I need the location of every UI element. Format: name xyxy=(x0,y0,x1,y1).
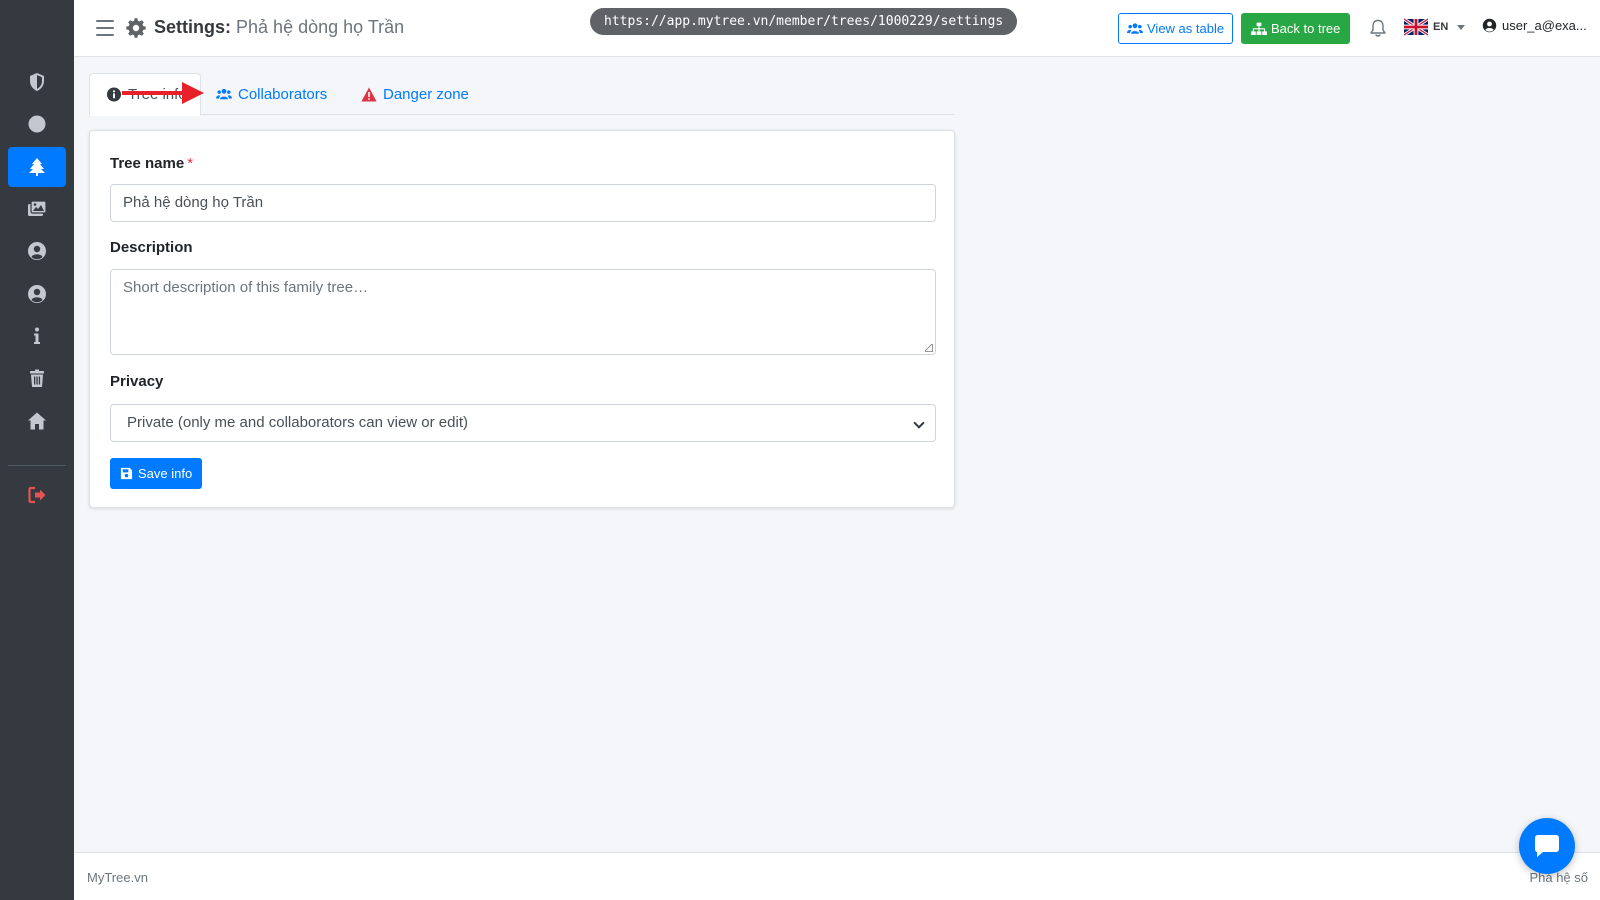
language-code: EN xyxy=(1433,21,1449,33)
tab-danger-zone[interactable]: Danger zone xyxy=(345,73,485,115)
description-placeholder: Short description of this family tree… xyxy=(123,279,369,296)
save-info-button[interactable]: Save info xyxy=(110,458,203,489)
info-circle-icon xyxy=(106,87,122,102)
view-as-table-button[interactable]: View as table xyxy=(1118,13,1234,44)
chat-icon xyxy=(1535,835,1559,857)
sidebar-item-trash[interactable] xyxy=(8,358,66,398)
chevron-down-icon xyxy=(913,417,925,429)
view-as-table-label: View as table xyxy=(1147,21,1225,36)
privacy-select[interactable]: Private (only me and collaborators can v… xyxy=(110,404,936,442)
sidebar-item-photos[interactable] xyxy=(8,189,66,229)
privacy-selected-value: Private (only me and collaborators can v… xyxy=(127,414,468,431)
url-bar: https://app.mytree.vn/member/trees/10002… xyxy=(590,8,1018,35)
gear-icon xyxy=(126,18,146,38)
user-circle-icon xyxy=(28,285,46,303)
sidebar-item-profile[interactable] xyxy=(8,231,66,271)
users-icon xyxy=(1127,22,1143,34)
caret-down-icon xyxy=(1457,24,1466,30)
back-to-tree-label: Back to tree xyxy=(1271,21,1341,36)
menu-toggle-icon[interactable] xyxy=(96,18,114,38)
user-circle-icon xyxy=(28,242,46,260)
annotation-arrow-icon xyxy=(122,82,204,104)
user-email: user_a@exa... xyxy=(1502,18,1587,33)
info-icon xyxy=(34,327,40,344)
tree-name-input[interactable]: Phả hệ dòng họ Trần xyxy=(110,184,936,222)
footer-brand: MyTree.vn xyxy=(87,870,148,885)
chat-button[interactable] xyxy=(1519,818,1575,874)
sidebar-item-account[interactable] xyxy=(8,274,66,314)
sidebar-divider xyxy=(8,465,66,466)
save-icon xyxy=(120,467,133,480)
sidebar-item-logout[interactable] xyxy=(8,475,66,515)
user-menu[interactable]: user_a@exa... xyxy=(1482,18,1587,33)
tab-collaborators-label: Collaborators xyxy=(238,85,328,103)
users-icon xyxy=(216,88,232,99)
privacy-label: Privacy xyxy=(110,373,164,390)
uk-flag-icon xyxy=(1404,18,1428,36)
footer: MyTree.vn Phả hệ số xyxy=(74,852,1600,900)
sidebar-item-trees[interactable] xyxy=(8,147,66,187)
sidebar xyxy=(0,0,74,900)
description-textarea[interactable]: Short description of this family tree… xyxy=(110,269,936,355)
sidebar-item-home[interactable] xyxy=(8,401,66,441)
tab-danger-zone-label: Danger zone xyxy=(383,85,469,103)
tree-info-card: Tree name * Phả hệ dòng họ Trần Descripti… xyxy=(89,130,955,508)
shield-icon xyxy=(30,73,44,91)
circle-icon xyxy=(28,115,46,133)
tree-name-label-text: Tree name xyxy=(110,155,185,172)
tree-name-label: Tree name * xyxy=(110,155,193,172)
bell-icon[interactable] xyxy=(1369,19,1387,38)
trash-icon xyxy=(30,369,44,387)
required-mark: * xyxy=(187,155,194,172)
back-to-tree-button[interactable]: Back to tree xyxy=(1241,13,1351,44)
page-title-tree-name: Phả hệ dòng họ Trần xyxy=(236,17,405,37)
page-title: Settings: Phả hệ dòng họ Trần xyxy=(154,17,404,38)
tab-collaborators[interactable]: Collaborators xyxy=(200,73,343,115)
resize-handle-icon[interactable] xyxy=(925,344,933,352)
user-circle-icon xyxy=(1482,18,1497,33)
sitemap-icon xyxy=(1251,22,1267,35)
top-navbar: Settings: Phả hệ dòng họ Trần https://ap… xyxy=(74,0,1600,57)
sidebar-item-dashboard[interactable] xyxy=(8,104,66,144)
sidebar-item-security[interactable] xyxy=(8,62,66,102)
description-label: Description xyxy=(110,239,193,256)
tree-icon xyxy=(29,158,45,176)
images-icon xyxy=(28,200,47,216)
page-title-prefix: Settings: xyxy=(154,17,232,37)
settings-tabs: Tree info Collaborators Danger zone xyxy=(89,73,955,116)
sign-out-icon xyxy=(28,486,46,504)
language-selector[interactable]: EN xyxy=(1404,18,1466,36)
save-info-label: Save info xyxy=(138,466,193,481)
warning-icon xyxy=(361,87,377,101)
sidebar-item-info[interactable] xyxy=(8,316,66,356)
home-icon xyxy=(28,412,46,430)
